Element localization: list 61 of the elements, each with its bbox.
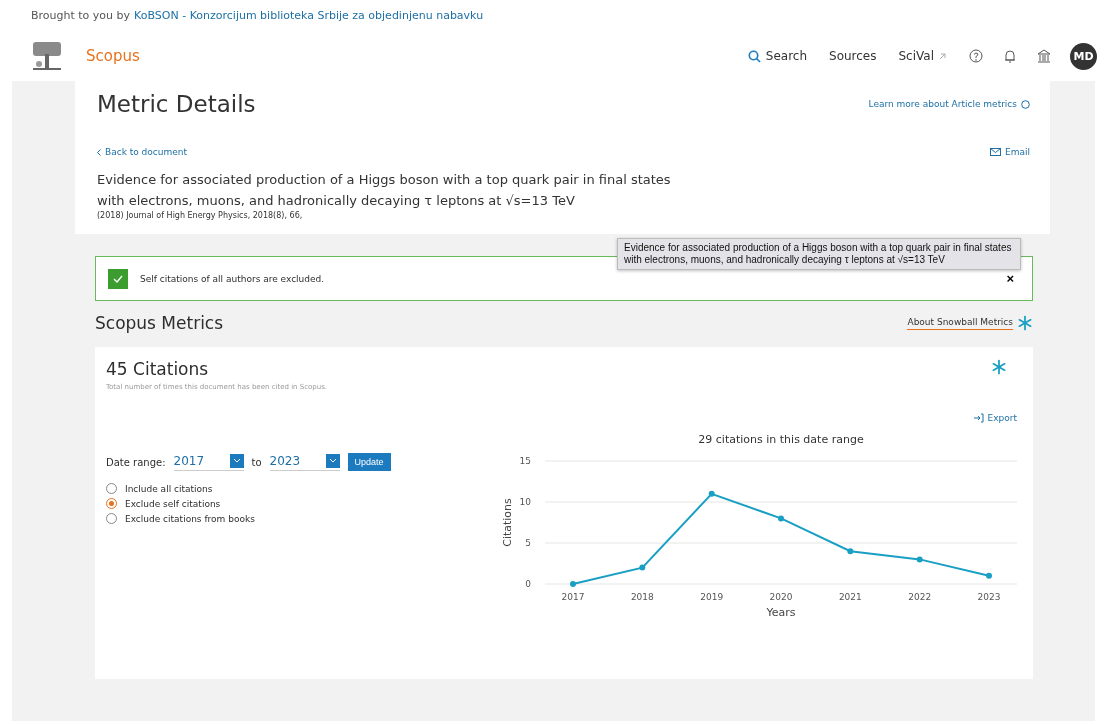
email-link[interactable]: Email	[990, 147, 1030, 157]
data-point	[777, 515, 784, 522]
document-source: (2018) Journal of High Energy Physics, 2018(8), 66,	[97, 211, 304, 220]
radio-label[interactable]: Exclude citations from books	[125, 513, 255, 524]
from-year-select[interactable]: 2017	[173, 453, 244, 471]
chevron-left-icon	[97, 148, 101, 156]
nav-link[interactable]: Search	[747, 49, 807, 63]
page-title: Metric Details	[97, 91, 256, 117]
external-link-icon	[939, 52, 946, 60]
about-link[interactable]: About Snowball Metrics	[907, 316, 1013, 330]
date-range-label: Date range:	[106, 456, 166, 468]
radio-label[interactable]: Exclude self citations	[125, 498, 221, 509]
caret-icon	[229, 453, 244, 468]
y-tick-label: 10	[519, 497, 531, 507]
chart-title: 29 citations in this date range	[698, 433, 864, 446]
x-axis-title: Years	[766, 606, 796, 619]
tree-logo-icon	[30, 40, 64, 72]
check-icon	[108, 268, 128, 289]
x-tick-label: 2017	[561, 592, 585, 602]
data-point	[569, 581, 576, 587]
alert-message: Self citations of all authors are excluded.	[140, 273, 326, 284]
data-point	[985, 572, 992, 579]
export-icon	[972, 413, 984, 423]
x-tick-label: 2018	[630, 592, 654, 602]
x-tick-label: 2021	[838, 592, 862, 602]
user-avatar[interactable]: MD	[1070, 42, 1097, 70]
y-tick-label: 5	[525, 538, 531, 548]
to-year-select[interactable]: 2023	[269, 453, 340, 471]
bell-icon[interactable]	[1002, 48, 1018, 64]
institution-link[interactable]: KoBSON - Konzorcijum biblioteka Srbije za objedinjenu nabavku	[134, 9, 484, 31]
back-link[interactable]: Back to document	[97, 147, 187, 157]
y-axis-title: Citations	[500, 498, 514, 547]
citations-count: 45 Citations	[106, 359, 209, 379]
export-link[interactable]: Export	[972, 413, 1017, 423]
update-button[interactable]: Update	[347, 453, 391, 471]
snowflake-icon	[1017, 315, 1033, 331]
nav-link[interactable]: Sources	[829, 49, 877, 63]
institution-icon[interactable]	[1036, 48, 1052, 64]
to-label: to	[251, 456, 262, 468]
snowflake-icon	[991, 359, 1007, 375]
section-title: Scopus Metrics	[95, 313, 224, 333]
radio-label[interactable]: Include all citations	[125, 483, 213, 494]
x-tick-label: 2019	[699, 592, 723, 602]
close-button[interactable]: ×	[1000, 270, 1020, 287]
banner-text: Brought to you by	[31, 9, 131, 24]
data-point	[639, 564, 646, 571]
nav-link[interactable]: SciVal	[898, 49, 946, 63]
title-tooltip: Evidence for associated production of a Higgs boson with a top quark pair in final states with electrons, muons, and hadronically decaying τ leptons at √s=13 TeV	[617, 238, 1021, 270]
x-tick-label: 2022	[907, 592, 931, 602]
y-tick-label: 15	[519, 456, 531, 466]
y-tick-label: 0	[525, 579, 531, 589]
data-point	[847, 548, 854, 555]
x-tick-label: 2020	[769, 592, 793, 602]
learn-more-link[interactable]: Learn more about Article metrics	[868, 99, 1030, 109]
caret-icon	[325, 453, 340, 468]
document-title: Evidence for associated production of a Higgs boson with a top quark pair in final states with electrons, muons, and hadronically decaying τ leptons at √s=13 TeV	[97, 171, 672, 210]
envelope-icon	[990, 148, 1001, 156]
x-tick-label: 2023	[977, 592, 1001, 602]
data-point	[708, 490, 715, 497]
data-point	[916, 556, 923, 563]
search-icon	[747, 49, 761, 63]
